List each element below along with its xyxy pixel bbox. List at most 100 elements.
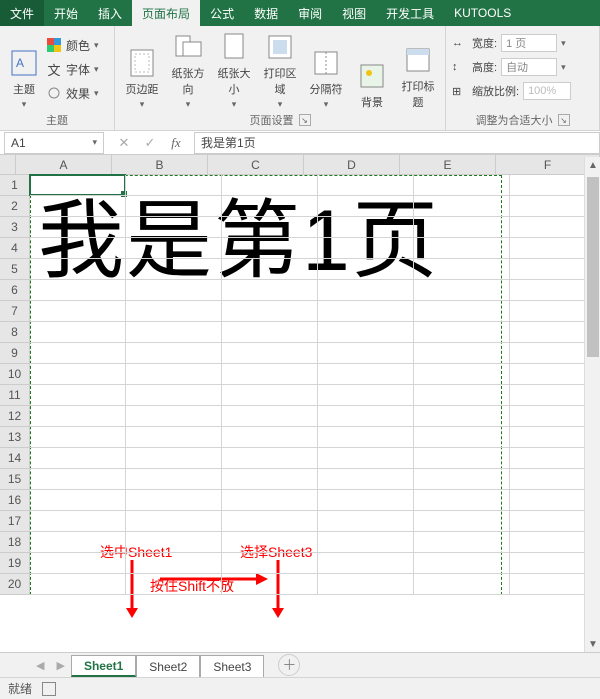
ribbon-tab-strip: 文件 开始 插入 页面布局 公式 数据 审阅 视图 开发工具 KUTOOLS	[0, 0, 600, 26]
row-header-13[interactable]: 13	[0, 427, 30, 448]
row-header-6[interactable]: 6	[0, 280, 30, 301]
tab-formulas[interactable]: 公式	[200, 0, 244, 26]
margins-button[interactable]: 页边距▾	[121, 30, 163, 110]
row-header-11[interactable]: 11	[0, 385, 30, 406]
sheet-tab-bar: ◀ ▶ Sheet1 Sheet2 Sheet3 ＋	[0, 652, 600, 677]
grid-area: ABCDEF 1234567891011121314151617181920 我…	[0, 155, 600, 652]
scroll-down-icon[interactable]: ▼	[585, 636, 600, 652]
chevron-down-icon: ▾	[94, 64, 99, 75]
row-header-19[interactable]: 19	[0, 553, 30, 574]
row-header-5[interactable]: 5	[0, 259, 30, 280]
tab-kutools[interactable]: KUTOOLS	[444, 0, 521, 26]
row-header-1[interactable]: 1	[0, 175, 30, 196]
sheet-tab-2[interactable]: Sheet2	[136, 655, 200, 677]
margins-icon	[126, 47, 158, 79]
tab-data[interactable]: 数据	[244, 0, 288, 26]
svg-text:A: A	[16, 56, 24, 70]
chevron-down-icon: ▾	[232, 99, 237, 110]
sheet-nav-prev[interactable]: ◀	[30, 659, 50, 672]
formula-input[interactable]: 我是第1页	[194, 132, 600, 154]
chevron-down-icon: ▾	[22, 99, 27, 110]
group-scale: ↔宽度:1 页▾ ↕高度:自动▾ ⊞缩放比例:100% 调整为合适大小↘	[446, 26, 600, 130]
status-bar: 就绪	[0, 677, 600, 699]
tab-home[interactable]: 开始	[44, 0, 88, 26]
effects-icon	[46, 85, 62, 101]
scroll-thumb[interactable]	[587, 177, 599, 357]
tab-file[interactable]: 文件	[0, 0, 44, 26]
fonts-button[interactable]: 文字体▾	[46, 58, 99, 80]
chevron-down-icon: ▾	[561, 62, 566, 73]
group-page-setup: 页边距▾ 纸张方向▾ 纸张大小▾ 打印区域▾ 分隔符▾ 背景 打印标题 页面设置…	[115, 26, 446, 130]
row-header-15[interactable]: 15	[0, 469, 30, 490]
size-button[interactable]: 纸张大小▾	[213, 30, 255, 110]
sheet-tab-3[interactable]: Sheet3	[200, 655, 264, 677]
chevron-down-icon: ▾	[94, 88, 99, 99]
macro-record-icon[interactable]	[42, 682, 56, 696]
orientation-button[interactable]: 纸张方向▾	[167, 30, 209, 110]
sheet-tab-1[interactable]: Sheet1	[71, 655, 136, 677]
size-icon	[218, 31, 250, 63]
fonts-icon: 文	[46, 61, 62, 77]
orientation-icon	[172, 31, 204, 63]
print-titles-icon	[402, 44, 434, 76]
tab-insert[interactable]: 插入	[88, 0, 132, 26]
print-area-icon	[264, 31, 296, 63]
row-header-2[interactable]: 2	[0, 196, 30, 217]
row-header-4[interactable]: 4	[0, 238, 30, 259]
chevron-down-icon: ▾	[94, 40, 99, 51]
row-header-10[interactable]: 10	[0, 364, 30, 385]
vertical-scrollbar[interactable]: ▲ ▼	[584, 157, 600, 652]
tab-review[interactable]: 审阅	[288, 0, 332, 26]
print-titles-button[interactable]: 打印标题	[397, 30, 439, 110]
ribbon: A 主题 ▾ 颜色▾ 文字体▾ 效果▾ 主题 页边距▾ 纸张方向▾ 纸张大小▾ …	[0, 26, 600, 131]
group-label-themes: 主题	[6, 112, 108, 128]
chevron-down-icon: ▾	[92, 137, 97, 148]
enter-icon[interactable]: ✓	[140, 135, 160, 151]
background-icon	[356, 60, 388, 92]
row-headers: 1234567891011121314151617181920	[0, 175, 30, 595]
colors-button[interactable]: 颜色▾	[46, 34, 99, 56]
add-sheet-button[interactable]: ＋	[278, 654, 300, 676]
row-header-9[interactable]: 9	[0, 343, 30, 364]
row-header-18[interactable]: 18	[0, 532, 30, 553]
width-icon: ↔	[452, 37, 468, 49]
tab-page-layout[interactable]: 页面布局	[132, 0, 200, 26]
fx-icon[interactable]: fx	[166, 135, 186, 151]
row-header-3[interactable]: 3	[0, 217, 30, 238]
chevron-down-icon: ▾	[140, 99, 145, 110]
dialog-launcher[interactable]: ↘	[299, 114, 311, 126]
row-header-16[interactable]: 16	[0, 490, 30, 511]
select-all-corner[interactable]	[0, 155, 16, 175]
print-area-button[interactable]: 打印区域▾	[259, 30, 301, 110]
scale-field[interactable]: 100%	[523, 82, 571, 100]
themes-button[interactable]: A 主题 ▾	[6, 30, 42, 110]
row-header-14[interactable]: 14	[0, 448, 30, 469]
chevron-down-icon: ▾	[324, 99, 329, 110]
breaks-icon	[310, 47, 342, 79]
row-header-12[interactable]: 12	[0, 406, 30, 427]
breaks-button[interactable]: 分隔符▾	[305, 30, 347, 110]
width-field[interactable]: 1 页	[501, 34, 557, 52]
row-header-8[interactable]: 8	[0, 322, 30, 343]
colors-icon	[46, 37, 62, 53]
group-label-page-setup: 页面设置	[250, 112, 294, 128]
effects-button[interactable]: 效果▾	[46, 82, 99, 104]
name-box[interactable]: A1▾	[4, 132, 104, 154]
cancel-icon[interactable]: ✕	[114, 135, 134, 151]
row-header-17[interactable]: 17	[0, 511, 30, 532]
scroll-up-icon[interactable]: ▲	[585, 157, 600, 173]
sheet-nav-next[interactable]: ▶	[50, 659, 70, 672]
group-label-scale: 调整为合适大小	[476, 112, 553, 128]
active-cell-border	[29, 174, 126, 196]
height-field[interactable]: 自动	[501, 58, 557, 76]
dialog-launcher[interactable]: ↘	[558, 114, 570, 126]
tab-view[interactable]: 视图	[332, 0, 376, 26]
background-button[interactable]: 背景	[351, 30, 393, 110]
row-header-20[interactable]: 20	[0, 574, 30, 595]
cells-area[interactable]: 我是第1页 选中Sheet1 选择Sheet3 按住Shift不放	[30, 175, 600, 595]
tab-developer[interactable]: 开发工具	[376, 0, 444, 26]
arrow-down-icon	[268, 560, 288, 620]
chevron-down-icon: ▾	[278, 99, 283, 110]
themes-icon: A	[8, 47, 40, 79]
row-header-7[interactable]: 7	[0, 301, 30, 322]
